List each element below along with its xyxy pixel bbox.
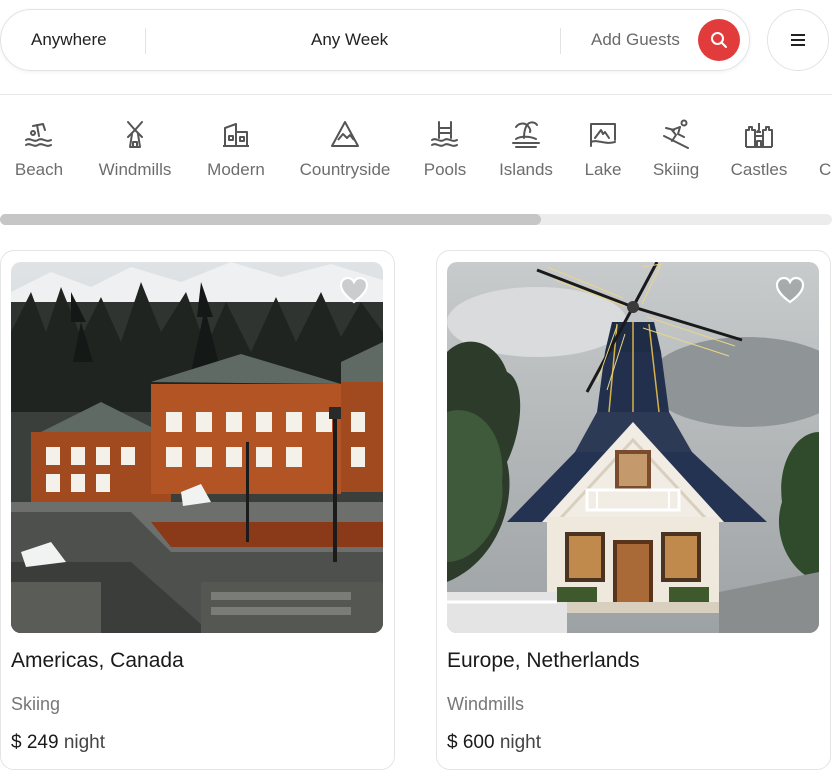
category-modern[interactable]: Modern: [205, 118, 267, 180]
category-pools[interactable]: Pools: [422, 118, 468, 180]
category-cut-off[interactable]: C: [812, 118, 832, 180]
castle-icon: [745, 123, 773, 148]
listing-photo-windmill[interactable]: [447, 262, 819, 633]
price-value: $ 600: [447, 732, 495, 753]
listing-price: $ 249 night: [11, 732, 105, 754]
category-countryside[interactable]: Countryside: [297, 118, 393, 180]
category-label: Islands: [499, 160, 553, 179]
add-guests-button[interactable]: Add Guests: [591, 10, 680, 70]
category-beach[interactable]: Beach: [14, 118, 64, 180]
divider: [145, 28, 146, 54]
listing-card[interactable]: Americas, Canada Skiing $ 249 night: [0, 250, 395, 770]
category-label: Countryside: [299, 160, 391, 179]
hamburger-menu-icon: [791, 34, 805, 46]
windmill-icon: [127, 121, 143, 148]
category-label: Skiing: [652, 160, 700, 179]
windmill-house-image: [447, 262, 819, 633]
category-label: Castles: [730, 160, 788, 179]
listing-location: Americas, Canada: [11, 649, 184, 672]
price-unit: night: [63, 732, 106, 753]
category-label: C: [819, 160, 832, 179]
beach-icon: [25, 123, 52, 147]
menu-button[interactable]: [767, 9, 829, 71]
listing-card[interactable]: Europe, Netherlands Windmills $ 600 nigh…: [436, 250, 831, 770]
any-week-button[interactable]: Any Week: [311, 10, 388, 70]
lake-icon: [590, 123, 616, 147]
countryside-icon: [331, 121, 359, 147]
cut-off-icon: [816, 118, 832, 150]
scrollbar-thumb[interactable]: [0, 214, 541, 225]
category-label: Modern: [207, 160, 265, 179]
category-islands[interactable]: Islands: [497, 118, 555, 180]
skiing-icon: [663, 119, 689, 149]
search-icon: [711, 32, 727, 48]
listing-photo-lodge[interactable]: [11, 262, 383, 633]
category-bar: Beach Windmills Modern Countryside Pools: [0, 118, 832, 208]
island-icon: [512, 121, 540, 148]
listing-category: Windmills: [447, 694, 525, 714]
search-bar: Anywhere Any Week Add Guests: [0, 9, 750, 71]
category-windmills[interactable]: Windmills: [93, 118, 177, 180]
category-label: Beach: [14, 160, 64, 179]
modern-house-icon: [223, 123, 249, 147]
divider: [560, 28, 561, 54]
price-value: $ 249: [11, 732, 59, 753]
header-divider: [0, 94, 832, 95]
category-scrollbar[interactable]: [0, 214, 832, 225]
category-label: Pools: [423, 160, 467, 179]
category-castles[interactable]: Castles: [729, 118, 789, 180]
category-label: Windmills: [98, 160, 172, 179]
listing-location: Europe, Netherlands: [447, 649, 640, 672]
pool-icon: [431, 121, 458, 147]
anywhere-button[interactable]: Anywhere: [31, 10, 107, 70]
category-lake[interactable]: Lake: [582, 118, 624, 180]
mountain-lodge-image: [11, 262, 383, 633]
listing-price: $ 600 night: [447, 732, 541, 754]
search-button[interactable]: [698, 19, 740, 61]
heart-icon[interactable]: [775, 276, 805, 304]
category-label: Lake: [584, 160, 622, 179]
category-skiing[interactable]: Skiing: [650, 118, 702, 180]
listing-category: Skiing: [11, 694, 61, 714]
heart-icon[interactable]: [339, 276, 369, 304]
price-unit: night: [499, 732, 542, 753]
